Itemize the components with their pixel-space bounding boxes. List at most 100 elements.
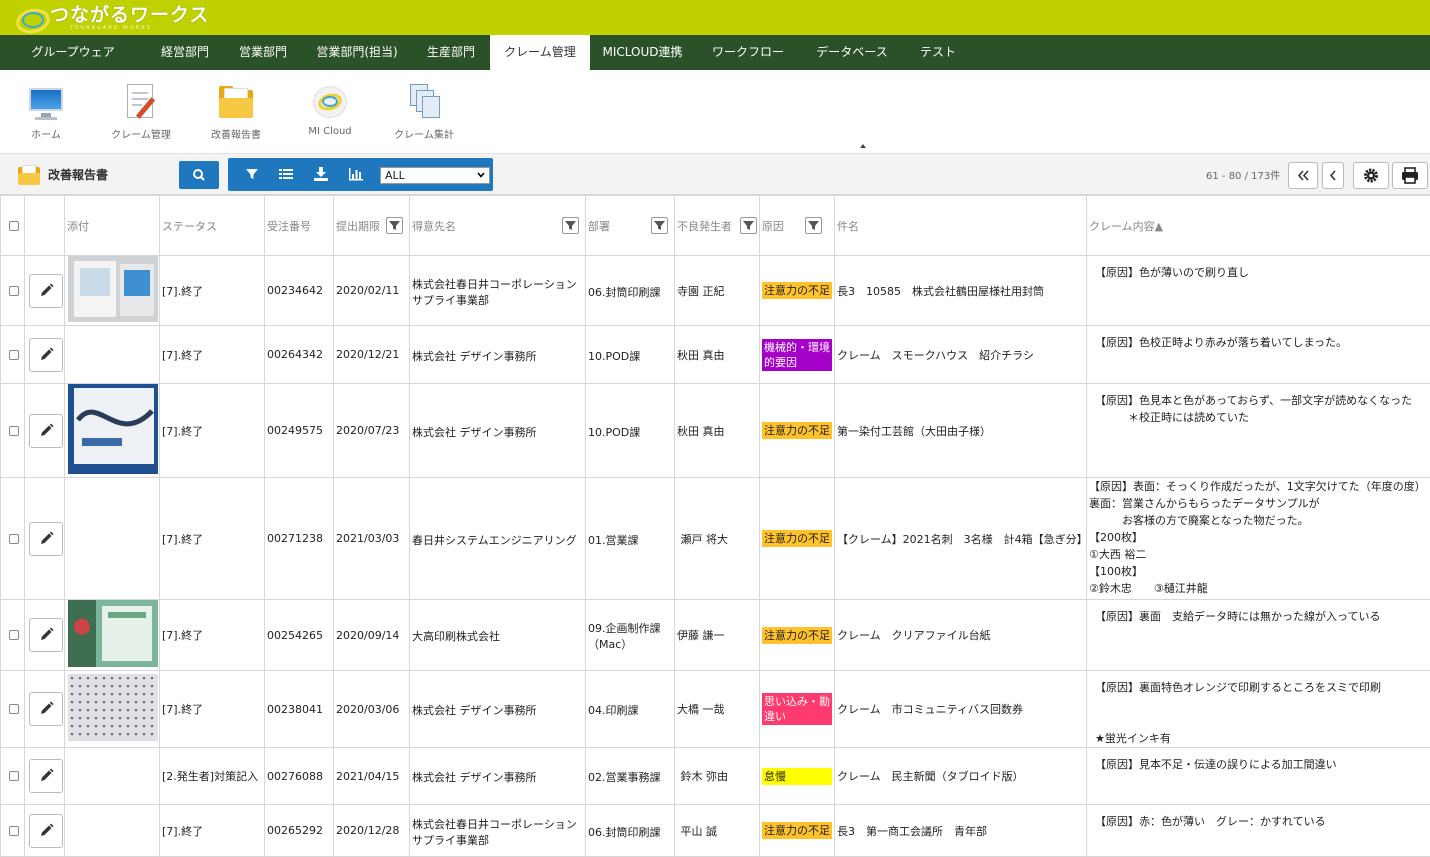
table-row[interactable]: [7].終了 00249575 2020/07/23 株式会社 デザイン事務所 … [1,384,1430,478]
column-header-content[interactable]: クレーム内容▲ [1087,196,1430,256]
department-cell: 10.POD課 [586,384,675,478]
shortcut-mi-cloud[interactable]: MI Cloud [290,82,370,137]
column-header-person[interactable]: 不良発生者 [675,196,760,256]
customer-cell: 株式会社 デザイン事務所 [410,748,586,805]
shortcut-label: クレーム管理 [101,126,181,141]
cause-cell: 注意力の不足 [760,478,835,600]
deadline-cell: 2021/04/15 [334,748,410,805]
department-cell: 10.POD課 [586,326,675,384]
filter-icon[interactable] [651,217,668,234]
column-header-dept[interactable]: 部署 [586,196,675,256]
nav-tab[interactable]: ワークフロー [695,35,801,70]
cause-cell: 注意力の不足 [760,256,835,326]
list-view-icon[interactable] [277,165,295,183]
column-header-cause[interactable]: 原因 [760,196,835,256]
claim-report-table: 添付 ステータス 受注番号 提出期限 得意先名 部署 不良発生者 原因 件名 ク… [0,195,1430,857]
row-checkbox[interactable] [9,534,19,544]
row-edit-cell [25,478,65,600]
attachment-thumbnail[interactable] [68,256,158,322]
row-checkbox[interactable] [9,350,19,360]
monitor-icon [26,82,66,122]
settings-button[interactable] [1353,162,1389,189]
edit-button[interactable] [29,522,63,556]
filter-icon[interactable] [740,217,757,234]
table-row[interactable]: [7].終了 00271238 2021/03/03 春日井システムエンジニアリ… [1,478,1430,600]
collapse-shortcuts-icon[interactable] [860,144,866,148]
column-header-deadline[interactable]: 提出期限 [334,196,410,256]
edit-button[interactable] [29,692,63,726]
nav-tab[interactable]: 営業部門(担当) [302,35,412,70]
person-cell: 瀬戸 将大 [675,478,760,600]
row-checkbox[interactable] [9,426,19,436]
table-row[interactable]: [7].終了 00264342 2020/12/21 株式会社 デザイン事務所 … [1,326,1430,384]
nav-tab[interactable]: クレーム管理 [490,35,590,70]
attachment-thumbnail[interactable] [68,674,158,741]
edit-button[interactable] [29,759,63,793]
edit-button[interactable] [29,338,63,372]
chart-icon[interactable] [347,165,365,183]
column-header-label: 部署 [588,220,610,233]
deadline-cell: 2020/02/11 [334,256,410,326]
prev-page-button[interactable] [1322,162,1344,189]
order-number-cell: 00264342 [265,326,334,384]
select-all-cell [1,196,25,256]
nav-tab[interactable]: MICLOUD連携 [590,35,695,70]
claim-content-cell: 【原因】裏面特色オレンジで印刷するところをスミで印刷 ★蛍光インキ有 [1087,671,1430,748]
filter-icon[interactable] [562,217,579,234]
cause-badge: 注意力の不足 [762,530,832,547]
column-header-order-no[interactable]: 受注番号 [265,196,334,256]
filter-icon[interactable] [243,165,261,183]
app-logo[interactable]: つながるワークス TSUNAGARU WORKS [16,3,209,32]
table-row[interactable]: [7].終了 00254265 2020/09/14 大高印刷株式会社 09.企… [1,600,1430,671]
edit-button[interactable] [29,274,63,308]
attachment-thumbnail[interactable] [68,384,158,474]
nav-tab[interactable]: グループウェア [0,35,146,70]
shortcut-claim-summary[interactable]: クレーム集計 [384,82,464,141]
nav-tab[interactable]: データベース [801,35,903,70]
table-row[interactable]: [7].終了 00234642 2020/02/11 株式会社春日井コーポレーシ… [1,256,1430,326]
filter-icon[interactable] [386,217,403,234]
customer-cell: 大高印刷株式会社 [410,600,586,671]
edit-button[interactable] [29,618,63,652]
table-row[interactable]: [2.発生者]対策記入 00276088 2021/04/15 株式会社 デザイ… [1,748,1430,805]
row-checkbox[interactable] [9,826,19,836]
edit-button[interactable] [29,814,63,848]
nav-tab[interactable]: 生産部門 [412,35,490,70]
row-checkbox[interactable] [9,630,19,640]
table-row[interactable]: [7].終了 00238041 2020/03/06 株式会社 デザイン事務所 … [1,671,1430,748]
shortcut-claim-management[interactable]: クレーム管理 [101,82,181,141]
display-filter-select[interactable]: ALL [380,167,490,184]
nav-tab[interactable]: 経営部門 [146,35,224,70]
deadline-cell: 2020/07/23 [334,384,410,478]
nav-tab[interactable]: テスト [903,35,973,70]
order-number-cell: 00234642 [265,256,334,326]
column-header-status[interactable]: ステータス [160,196,265,256]
shortcut-improvement-report[interactable]: 改善報告書 [196,82,276,141]
status-cell: [7].終了 [160,600,265,671]
column-header-attach[interactable]: 添付 [65,196,160,256]
attachment-thumbnail[interactable] [68,600,158,667]
list-toolbar: 改善報告書 ALL 61 - 80 / 173件 [0,153,1430,195]
nav-tab[interactable]: 営業部門 [224,35,302,70]
attachment-cell [65,478,160,600]
claim-content-cell: 【原因】赤：色が薄い グレー：かすれている [1087,805,1430,857]
person-cell: 伊藤 謙一 [675,600,760,671]
select-all-checkbox[interactable] [9,221,19,231]
download-icon[interactable] [312,165,330,183]
row-checkbox[interactable] [9,771,19,781]
edit-button[interactable] [29,414,63,448]
first-page-button[interactable] [1288,162,1318,189]
filter-icon[interactable] [805,217,822,234]
row-checkbox[interactable] [9,704,19,714]
print-button[interactable] [1392,162,1428,189]
row-checkbox[interactable] [9,286,19,296]
row-select-cell [1,748,25,805]
cause-cell: 注意力の不足 [760,805,835,857]
column-header-customer[interactable]: 得意先名 [410,196,586,256]
search-button[interactable] [179,161,219,189]
order-number-cell: 00271238 [265,478,334,600]
column-header-subject[interactable]: 件名 [835,196,1087,256]
table-row[interactable]: [7].終了 00265292 2020/12/28 株式会社春日井コーポレーシ… [1,805,1430,857]
deadline-cell: 2021/03/03 [334,478,410,600]
shortcut-home[interactable]: ホーム [6,82,86,141]
